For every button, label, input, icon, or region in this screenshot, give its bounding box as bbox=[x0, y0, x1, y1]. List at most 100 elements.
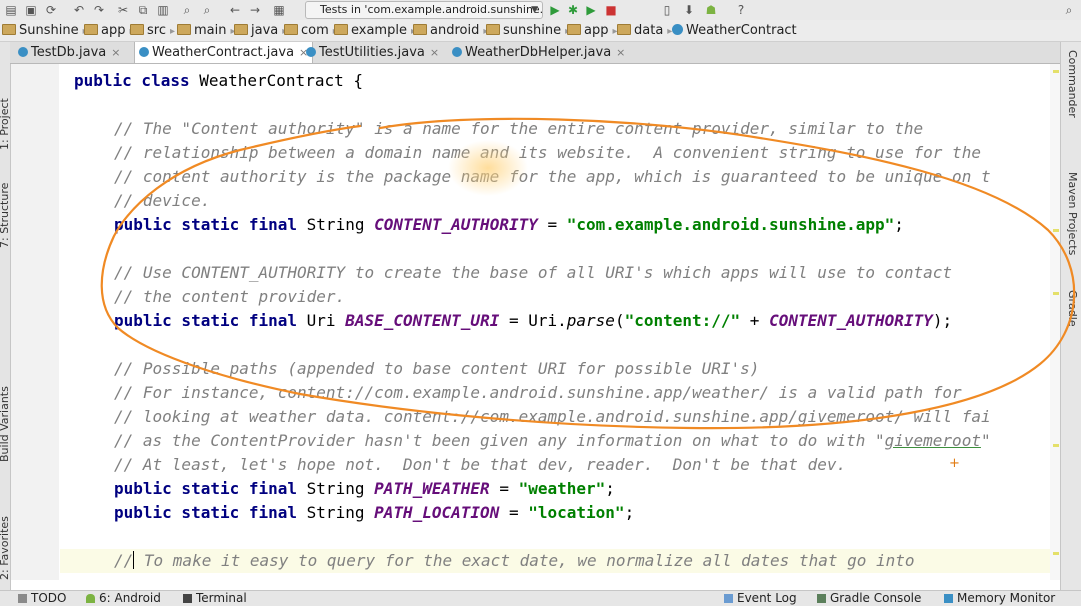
save-icon[interactable]: ▣ bbox=[24, 3, 38, 17]
replace-icon[interactable]: ⌕ bbox=[200, 3, 214, 17]
breadcrumb-item-example[interactable]: example▸ bbox=[334, 20, 416, 42]
breadcrumb-item-main[interactable]: main ▸ bbox=[177, 20, 236, 42]
paste-icon[interactable]: ▥ bbox=[156, 3, 170, 17]
open-folder-icon[interactable]: ▤ bbox=[4, 3, 18, 17]
warning-marker[interactable] bbox=[1053, 70, 1059, 73]
folder-icon bbox=[177, 24, 191, 35]
back-icon[interactable]: ← bbox=[228, 3, 242, 17]
code-text: public static final String PATH_WEATHER … bbox=[114, 479, 615, 498]
run-icon[interactable]: ▶ bbox=[548, 3, 562, 17]
run-configuration-dropdown[interactable]: Tests in 'com.example.android.sunshine.a… bbox=[305, 1, 543, 19]
code-text: public static final Uri BASE_CONTENT_URI… bbox=[114, 311, 953, 330]
tool-tab-event-log[interactable]: Event Log bbox=[724, 591, 797, 606]
package-folder-icon bbox=[284, 24, 298, 35]
breadcrumb-item-android[interactable]: android▸ bbox=[413, 20, 488, 42]
tool-tab-favorites[interactable]: 2: Favorites bbox=[0, 516, 11, 580]
tool-tab-maven-projects[interactable]: Maven Projects bbox=[1066, 172, 1079, 255]
code-line: 43 // At least, let's hope not. Don't be… bbox=[60, 453, 1050, 477]
tool-tab-commander[interactable]: Commander bbox=[1066, 50, 1079, 118]
warning-marker[interactable] bbox=[1053, 552, 1059, 555]
breadcrumb-item-app-pkg[interactable]: app ▸ bbox=[567, 20, 618, 42]
current-code-line: 47 // To make it easy to query for the e… bbox=[60, 549, 1050, 573]
breadcrumb-item-sunshine[interactable]: Sunshine▸ bbox=[2, 20, 88, 42]
line-number-gutter[interactable] bbox=[11, 64, 59, 580]
sync-icon[interactable]: ⟳ bbox=[44, 3, 58, 17]
debug-icon[interactable]: ✱ bbox=[566, 3, 580, 17]
code-line: 34 bbox=[60, 237, 1050, 261]
tool-tab-structure[interactable]: 7: Structure bbox=[0, 183, 11, 248]
find-icon[interactable]: ⌕ bbox=[180, 3, 194, 17]
package-folder-icon bbox=[567, 24, 581, 35]
code-line: 27 public class WeatherContract { bbox=[60, 69, 1050, 93]
code-line: 30 // relationship between a domain name… bbox=[60, 141, 1050, 165]
android-icon bbox=[86, 594, 95, 603]
help-icon[interactable]: ? bbox=[734, 3, 748, 17]
code-comment: // relationship between a domain name an… bbox=[114, 143, 981, 162]
copy-icon[interactable]: ⧉ bbox=[136, 3, 150, 17]
make-project-icon[interactable]: ▦ bbox=[272, 3, 286, 17]
breadcrumb-item-src[interactable]: src ▸ bbox=[130, 20, 175, 42]
code-line: 46 bbox=[60, 525, 1050, 549]
cut-icon[interactable]: ✂ bbox=[116, 3, 130, 17]
tool-tab-gradle-console[interactable]: Gradle Console bbox=[817, 591, 921, 606]
class-icon bbox=[18, 47, 28, 57]
package-folder-icon bbox=[413, 24, 427, 35]
close-icon[interactable]: × bbox=[616, 46, 625, 59]
breadcrumb-item-sunshine-pkg[interactable]: sunshine▸ bbox=[486, 20, 570, 42]
breadcrumb-item-data[interactable]: data ▸ bbox=[617, 20, 672, 42]
code-comment: // For instance, content://com.example.a… bbox=[114, 383, 962, 402]
code-line: 37 public static final Uri BASE_CONTENT_… bbox=[60, 309, 1050, 333]
tab-weathercontract[interactable]: WeatherContract.java × bbox=[134, 42, 314, 63]
todo-icon bbox=[18, 594, 27, 603]
tool-tab-gradle[interactable]: Gradle bbox=[1066, 290, 1079, 327]
class-icon bbox=[672, 24, 683, 35]
tool-tab-android[interactable]: 6: Android bbox=[86, 591, 161, 606]
breadcrumb-item-app[interactable]: app▸ bbox=[84, 20, 135, 42]
tool-tab-terminal[interactable]: Terminal bbox=[183, 591, 247, 606]
code-text: public class WeatherContract { bbox=[74, 71, 363, 90]
code-line: 31 // content authority is the package n… bbox=[60, 165, 1050, 189]
breadcrumb-item-java[interactable]: java▸ bbox=[234, 20, 287, 42]
code-comment: // Possible paths (appended to base cont… bbox=[114, 359, 760, 378]
tab-testutilities[interactable]: TestUtilities.java × bbox=[302, 42, 443, 63]
tab-testdb[interactable]: TestDb.java × bbox=[14, 42, 124, 63]
code-line: 39 // Possible paths (appended to base c… bbox=[60, 357, 1050, 381]
code-line: 29 // The "Content authority" is a name … bbox=[60, 117, 1050, 141]
warning-marker[interactable] bbox=[1053, 229, 1059, 232]
code-comment: // Use CONTENT_AUTHORITY to create the b… bbox=[114, 263, 953, 282]
warning-marker[interactable] bbox=[1053, 292, 1059, 295]
breadcrumb-item-com[interactable]: com▸ bbox=[284, 20, 338, 42]
code-text: public static final String PATH_LOCATION… bbox=[114, 503, 635, 522]
close-icon[interactable]: × bbox=[430, 46, 439, 59]
code-line: 36 // the content provider. bbox=[60, 285, 1050, 309]
coverage-icon[interactable]: ▶ bbox=[584, 3, 598, 17]
redo-icon[interactable]: ↷ bbox=[92, 3, 106, 17]
android-monitor-icon[interactable]: ☗ bbox=[704, 3, 718, 17]
search-everywhere-icon[interactable]: ⌕ bbox=[1062, 3, 1076, 17]
tool-tab-memory-monitor[interactable]: Memory Monitor bbox=[944, 591, 1055, 606]
forward-icon[interactable]: → bbox=[248, 3, 262, 17]
avd-manager-icon[interactable]: ▯ bbox=[660, 3, 674, 17]
undo-icon[interactable]: ↶ bbox=[72, 3, 86, 17]
code-editor[interactable]: 27 public class WeatherContract { 28 29 … bbox=[60, 64, 1050, 580]
stop-icon[interactable]: ■ bbox=[604, 3, 618, 17]
error-stripe[interactable] bbox=[1050, 64, 1060, 580]
memory-monitor-icon bbox=[944, 594, 953, 603]
tab-weatherdbhelper[interactable]: WeatherDbHelper.java × bbox=[448, 42, 629, 63]
close-icon[interactable]: × bbox=[111, 46, 120, 59]
warning-marker[interactable] bbox=[1053, 444, 1059, 447]
right-tool-strip: Commander Maven Projects Gradle bbox=[1060, 42, 1081, 590]
tool-tab-build-variants[interactable]: Build Variants bbox=[0, 386, 11, 462]
tool-tab-todo[interactable]: TODO bbox=[18, 591, 66, 606]
code-comment: // device. bbox=[114, 191, 211, 210]
code-line: 42 // as the ContentProvider hasn't been… bbox=[60, 429, 1050, 453]
class-icon bbox=[452, 47, 462, 57]
code-line: 40 // For instance, content://com.exampl… bbox=[60, 381, 1050, 405]
code-line: 45 public static final String PATH_LOCAT… bbox=[60, 501, 1050, 525]
tool-tab-project[interactable]: 1: Project bbox=[0, 98, 11, 150]
sdk-manager-icon[interactable]: ⬇ bbox=[682, 3, 696, 17]
breadcrumb-item-weathercontract[interactable]: WeatherContract bbox=[672, 20, 797, 41]
code-line: 33 public static final String CONTENT_AU… bbox=[60, 213, 1050, 237]
terminal-icon bbox=[183, 594, 192, 603]
code-comment: // The "Content authority" is a name for… bbox=[114, 119, 924, 138]
